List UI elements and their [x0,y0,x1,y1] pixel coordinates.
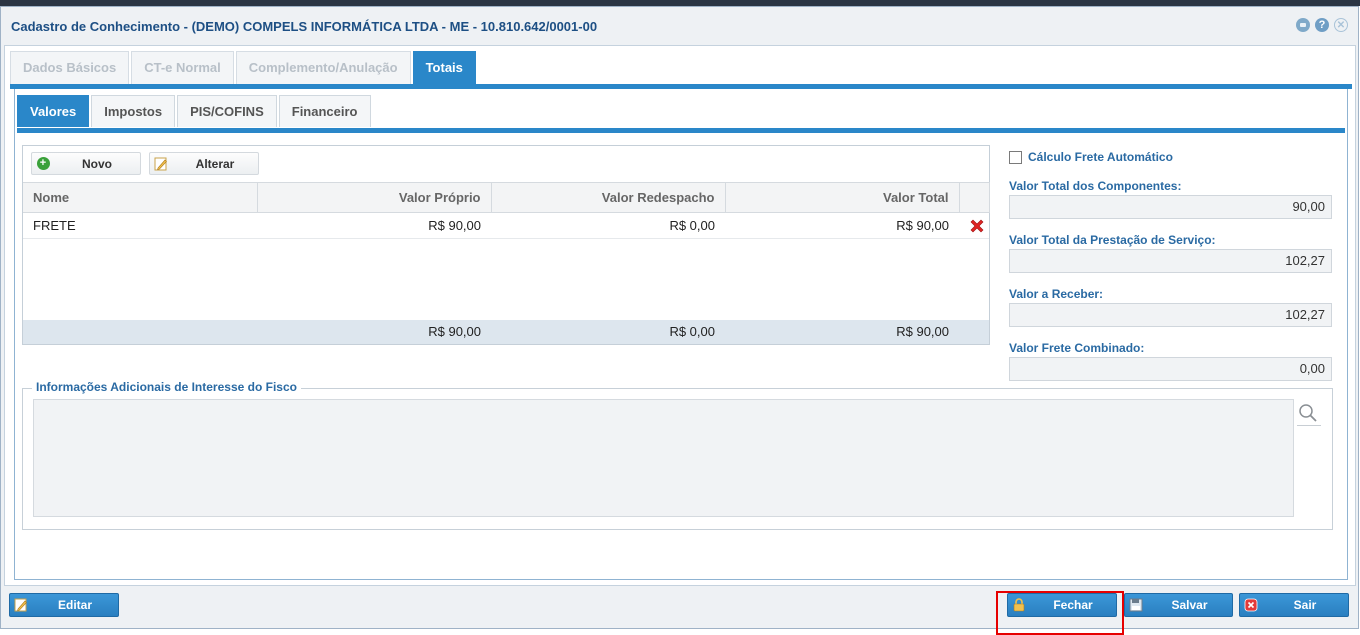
title-icons: ? ✕ [1296,18,1348,32]
totais-panel: Valores Impostos PIS/COFINS Financeiro +… [14,89,1348,580]
grid-toolbar: + Novo Alterar [31,152,259,175]
pencil-icon [10,598,32,612]
add-icon: + [32,157,54,170]
sair-button[interactable]: Sair [1239,593,1349,617]
salvar-button[interactable]: Salvar [1124,593,1233,617]
info-adicional-fieldset: Informações Adicionais de Interesse do F… [22,380,1333,530]
tab-complemento-anulacao[interactable]: Complemento/Anulação [235,51,411,84]
help-icon[interactable]: ? [1315,18,1329,32]
lock-icon [1008,598,1030,612]
valor-a-receber-label: Valor a Receber: [1009,287,1104,301]
salvar-button-label: Salvar [1171,598,1208,612]
minimize-icon[interactable] [1296,18,1310,32]
cell-delete [959,212,989,239]
pencil-icon [150,157,172,171]
info-adicional-textarea[interactable] [33,399,1294,517]
valor-a-receber-field[interactable]: 102,27 [1009,303,1332,327]
valor-total-prestacao-field[interactable]: 102,27 [1009,249,1332,273]
editar-button[interactable]: Editar [9,593,119,617]
main-panel: Dados Básicos CT-e Normal Complemento/An… [4,45,1356,586]
total-valor-total: R$ 90,00 [896,324,949,339]
totals-fields-panel: Cálculo Frete Automático Valor Total dos… [1009,149,1335,381]
novo-button-label: Novo [82,156,112,171]
valor-total-componentes-label: Valor Total dos Componentes: [1009,179,1182,193]
col-header-actions [959,182,990,213]
valor-total-prestacao-label: Valor Total da Prestação de Serviço: [1009,233,1216,247]
tab-impostos[interactable]: Impostos [91,95,176,127]
window-title: Cadastro de Conhecimento - (DEMO) COMPEL… [11,19,598,34]
tab-pis-cofins[interactable]: PIS/COFINS [177,95,277,127]
bottom-action-bar: Editar Fechar Salvar Sair [1,591,1358,635]
cell-valor-total: R$ 90,00 [725,212,959,239]
delete-icon[interactable] [969,218,985,234]
sair-button-label: Sair [1293,598,1317,612]
alterar-button-label: Alterar [195,156,235,171]
valor-frete-combinado-label: Valor Frete Combinado: [1009,341,1145,355]
col-header-valor-total[interactable]: Valor Total [725,182,960,213]
calculo-automatico-row[interactable]: Cálculo Frete Automático [1009,149,1335,165]
total-valor-proprio: R$ 90,00 [428,324,481,339]
floppy-disk-icon [1125,598,1147,612]
valor-total-componentes-field[interactable]: 90,00 [1009,195,1332,219]
cell-nome: FRETE [23,212,257,239]
tab-cte-normal[interactable]: CT-e Normal [131,51,234,84]
editar-button-label: Editar [57,598,92,612]
alterar-button[interactable]: Alterar [149,152,259,175]
fechar-button-label: Fechar [1053,598,1093,612]
search-icon[interactable] [1297,402,1321,426]
cell-valor-proprio: R$ 90,00 [257,212,491,239]
tab-totais[interactable]: Totais [412,51,476,84]
table-header-row: Nome Valor Próprio Valor Redespacho Valo… [23,182,990,213]
tab-financeiro[interactable]: Financeiro [278,95,371,127]
totals-row: R$ 90,00 R$ 0,00 R$ 90,00 [23,320,989,344]
outer-tabs: Dados Básicos CT-e Normal Complemento/An… [10,51,476,84]
col-header-valor-proprio[interactable]: Valor Próprio [257,182,492,213]
table-row[interactable]: FRETE R$ 90,00 R$ 0,00 R$ 90,00 [23,212,989,239]
col-header-nome[interactable]: Nome [23,182,258,213]
valor-frete-combinado-field[interactable]: 0,00 [1009,357,1332,381]
tab-dados-basicos[interactable]: Dados Básicos [10,51,130,84]
componentes-grid-panel: + Novo Alterar Nome Valor Próprio Valor … [22,145,990,345]
info-adicional-legend: Informações Adicionais de Interesse do F… [32,380,301,394]
exit-icon [1240,598,1262,612]
fechar-button[interactable]: Fechar [1007,593,1117,617]
novo-button[interactable]: + Novo [31,152,141,175]
tab-valores[interactable]: Valores [17,95,90,127]
inner-tab-underline [17,128,1345,133]
calculo-automatico-checkbox[interactable] [1009,150,1022,164]
calculo-automatico-label: Cálculo Frete Automático [1028,150,1173,164]
inner-tabs: Valores Impostos PIS/COFINS Financeiro [17,95,371,127]
total-valor-redespacho: R$ 0,00 [669,324,715,339]
dialog-window: Cadastro de Conhecimento - (DEMO) COMPEL… [0,6,1359,635]
close-icon[interactable]: ✕ [1334,18,1348,32]
totals-spacer [23,320,257,344]
cell-valor-redespacho: R$ 0,00 [491,212,725,239]
col-header-valor-redespacho[interactable]: Valor Redespacho [491,182,726,213]
componentes-table: Nome Valor Próprio Valor Redespacho Valo… [23,182,990,239]
title-bar: Cadastro de Conhecimento - (DEMO) COMPEL… [1,7,1358,45]
